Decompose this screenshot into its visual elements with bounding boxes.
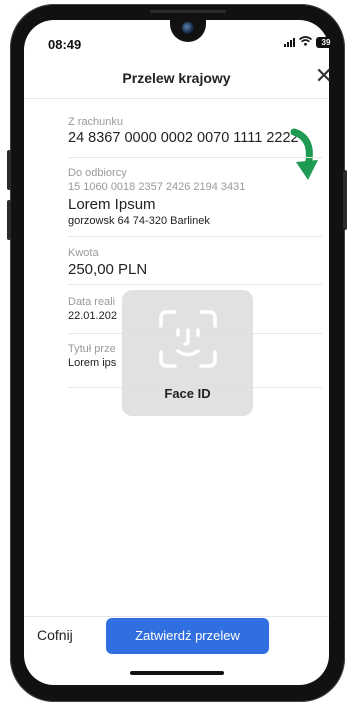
volume-button: [7, 200, 11, 240]
speaker-grille: [150, 10, 226, 13]
wifi-icon: [298, 36, 313, 48]
battery-icon: 39: [316, 36, 336, 48]
field-divider: [68, 284, 322, 285]
status-time: 08:49: [48, 37, 82, 52]
home-indicator[interactable]: [130, 671, 224, 675]
face-id-label: Face ID: [164, 386, 211, 401]
signal-icon: [284, 37, 295, 47]
from-account-label: Z rachunku: [68, 116, 124, 128]
recipient-field: Do odbiorcy 15 1060 0018 2357 2426 2194 …: [68, 166, 322, 228]
recipient-label: Do odbiorcy: [68, 167, 127, 179]
footer-divider: [24, 616, 329, 617]
header-divider: [24, 98, 329, 99]
from-account-field: Z rachunku 24 8367 0000 0002 0070 1111 2…: [68, 115, 322, 148]
field-divider: [68, 236, 322, 237]
recipient-address: gorzowsk 64 74-320 Barlinek: [68, 215, 210, 227]
from-account-number: 24 8367 0000 0002 0070 1111 2222: [68, 130, 299, 146]
amount-label: Kwota: [68, 247, 99, 259]
face-id-icon: [159, 310, 217, 368]
amount-value: 250,00 PLN: [68, 261, 148, 278]
confirm-transfer-button[interactable]: Zatwierdź przelew: [106, 618, 269, 654]
recipient-name: Lorem Ipsum: [68, 196, 156, 213]
recipient-account: 15 1060 0018 2357 2426 2194 3431: [68, 181, 246, 193]
close-icon[interactable]: ✕: [314, 65, 334, 87]
power-button: [343, 170, 347, 230]
field-divider: [68, 157, 322, 158]
face-id-dialog: Face ID: [122, 290, 253, 416]
status-icons: 39: [284, 36, 336, 48]
volume-button: [7, 150, 11, 190]
back-button[interactable]: Cofnij: [37, 627, 73, 643]
front-camera: [182, 22, 194, 34]
amount-field: Kwota 250,00 PLN: [68, 246, 322, 279]
page-title: Przelew krajowy: [122, 70, 231, 86]
